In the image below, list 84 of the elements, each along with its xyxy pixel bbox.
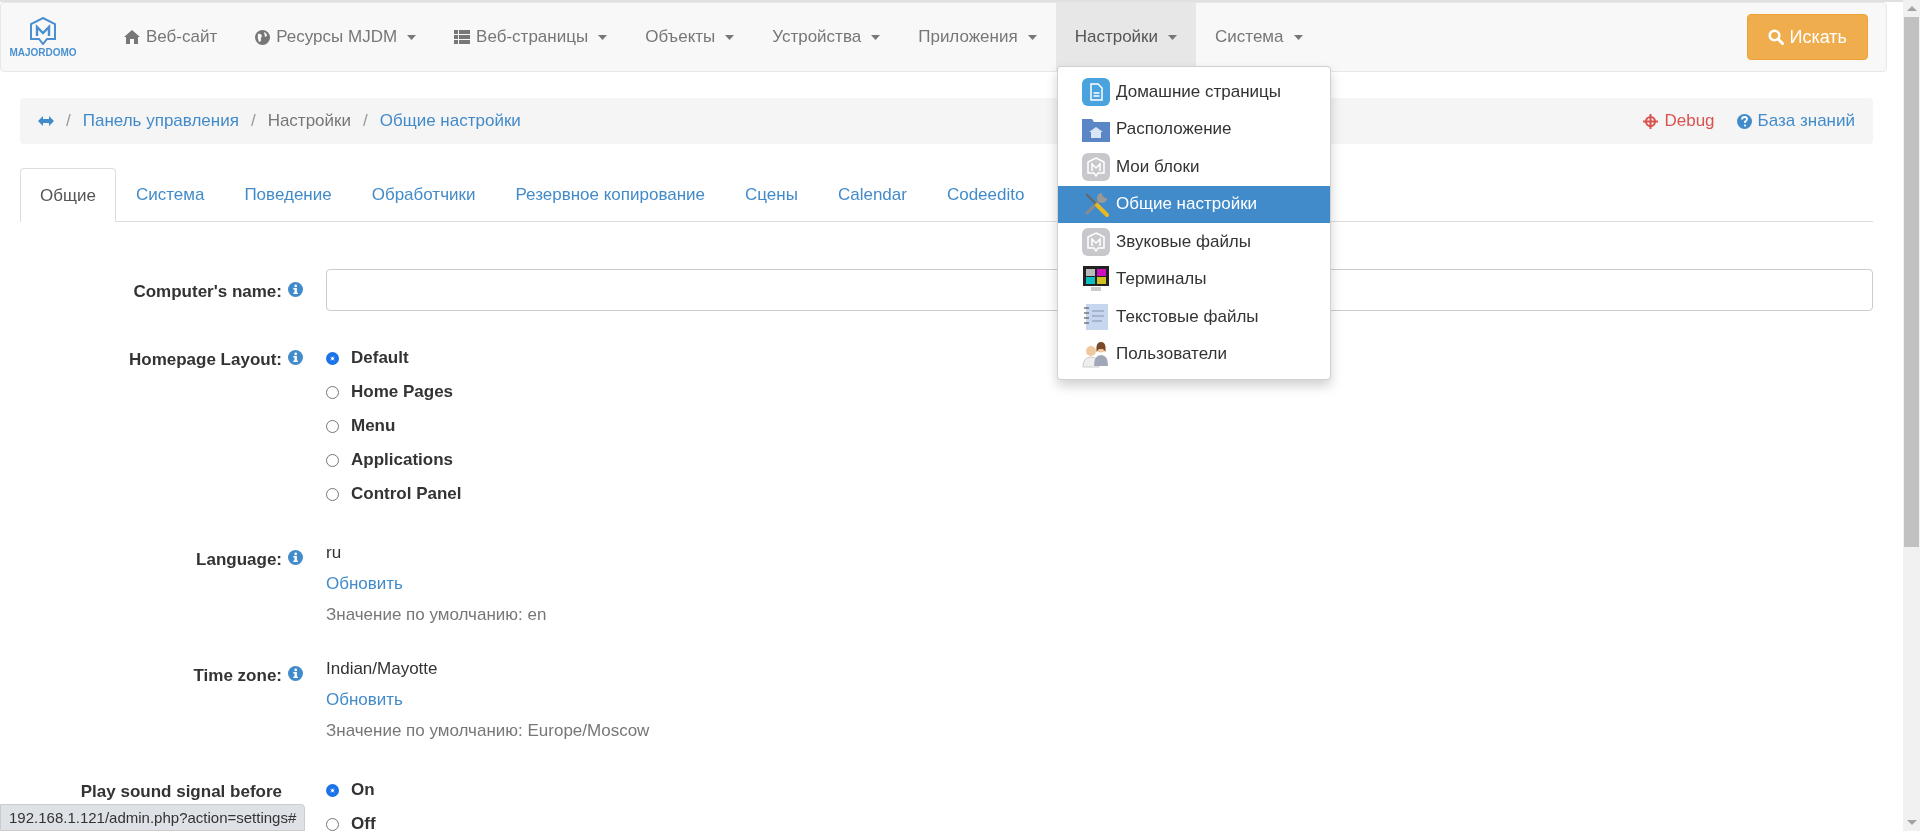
notepad-icon [1082, 302, 1110, 331]
users-icon [1082, 340, 1110, 369]
update-link[interactable]: Обновить [326, 572, 1873, 603]
tab[interactable]: Обработчики [351, 168, 496, 221]
option-label: On [351, 780, 375, 800]
field-label: Play sound signal before [80, 782, 282, 802]
wrench-screwdriver-icon [1082, 190, 1110, 219]
status-url: 192.168.1.121/admin.php?action=settings# [0, 804, 306, 831]
info-icon [288, 282, 303, 297]
logo-icon [30, 16, 56, 45]
field-label: Language: [196, 550, 282, 570]
field-label: Computer's name: [133, 282, 282, 302]
tab[interactable]: Сцены [725, 168, 818, 221]
info-icon [288, 666, 303, 681]
info-icon [288, 350, 303, 365]
option-label: Control Panel [351, 484, 462, 504]
dropdown-menu-item[interactable]: Расположение [1058, 110, 1330, 148]
default-value-hint: Значение по умолчанию: en [326, 604, 548, 626]
nav-menu-item[interactable]: Объекты [626, 3, 754, 71]
double-arrow-icon [38, 116, 54, 126]
radio-button[interactable] [326, 487, 339, 501]
info-icon [288, 550, 303, 565]
option-label: Default [351, 348, 409, 368]
nav-menu-item[interactable]: Ресурсы MJDM [236, 3, 436, 71]
nav-menu-item[interactable]: Настройки [1055, 3, 1197, 71]
list-icon [454, 30, 471, 44]
back-link[interactable] [38, 116, 54, 126]
field-value: ru [326, 542, 343, 564]
field-value: Indian/Mayotte [326, 658, 439, 680]
nav-menu-item[interactable]: Веб-сайт [105, 3, 237, 71]
logo-icon [1082, 227, 1110, 256]
logo-icon [1082, 152, 1110, 181]
radio-button[interactable] [326, 351, 339, 365]
document-icon [1082, 77, 1110, 106]
scroll-down-icon[interactable] [1906, 820, 1917, 825]
breadcrumb-separator: / [65, 111, 72, 131]
dropdown-menu-item[interactable]: Текстовые файлы [1058, 298, 1330, 336]
update-link[interactable]: Обновить [326, 688, 1873, 719]
knowledge-base-link[interactable]: База знаний [1736, 111, 1855, 131]
dropdown-menu-item[interactable]: Звуковые файлы [1058, 223, 1330, 261]
breadcrumb-separator: / [249, 111, 257, 131]
nav-menu-item[interactable]: Веб-страницы [435, 3, 627, 71]
breadcrumb-current: Настройки [267, 111, 351, 131]
breadcrumb-link[interactable]: Общие настройки [379, 111, 521, 131]
logo-text: MAJORDOMO [9, 46, 77, 58]
nav-menu-item[interactable]: Система [1196, 3, 1322, 71]
search-icon [1767, 29, 1784, 45]
logo[interactable]: MAJORDOMO [11, 3, 75, 71]
breadcrumb-separator: / [362, 111, 369, 131]
tab[interactable]: Поведение [224, 168, 352, 221]
option-label: Applications [351, 450, 453, 470]
field-label: Homepage Layout: [128, 350, 282, 370]
globe-icon [255, 29, 271, 45]
radio-button[interactable] [326, 453, 339, 467]
radio-button[interactable] [326, 385, 339, 399]
nav-menu-item[interactable]: Приложения [899, 3, 1056, 71]
option-label: Off [351, 814, 376, 831]
dropdown-menu-item[interactable]: Пользователи [1058, 335, 1330, 373]
tab[interactable]: Резервное копирование [495, 168, 726, 221]
nav-menu-item[interactable]: Устройства [753, 3, 900, 71]
tab[interactable]: Система [115, 168, 225, 221]
option-label: Home Pages [351, 382, 454, 402]
tab[interactable]: Общие [20, 168, 116, 222]
radio-button[interactable] [326, 783, 339, 797]
option-label: Menu [351, 416, 396, 436]
breadcrumb-link[interactable]: Панель управления [82, 111, 239, 131]
dropdown-menu-item[interactable]: Общие настройки [1058, 185, 1330, 223]
home-icon [124, 30, 140, 44]
debug-link[interactable]: Debug [1643, 111, 1715, 131]
radio-button[interactable] [326, 817, 339, 831]
radio-button[interactable] [326, 419, 339, 433]
dropdown-menu-item[interactable]: Домашние страницы [1058, 73, 1330, 111]
tab[interactable]: Calendar [817, 168, 927, 221]
monitor-icon [1082, 265, 1110, 294]
dropdown-menu-item[interactable]: Мои блоки [1058, 148, 1330, 186]
crosshair-icon [1643, 113, 1659, 129]
default-value-hint: Значение по умолчанию: Europe/Moscow [326, 720, 651, 742]
field-label: Time zone: [193, 666, 282, 686]
tab[interactable]: Codeedito [926, 168, 1045, 221]
scrollbar[interactable] [1903, 0, 1920, 831]
scroll-up-icon[interactable] [1906, 6, 1917, 11]
dropdown-menu-item[interactable]: Терминалы [1058, 260, 1330, 298]
folder-icon [1082, 116, 1110, 143]
help-icon [1736, 113, 1752, 129]
